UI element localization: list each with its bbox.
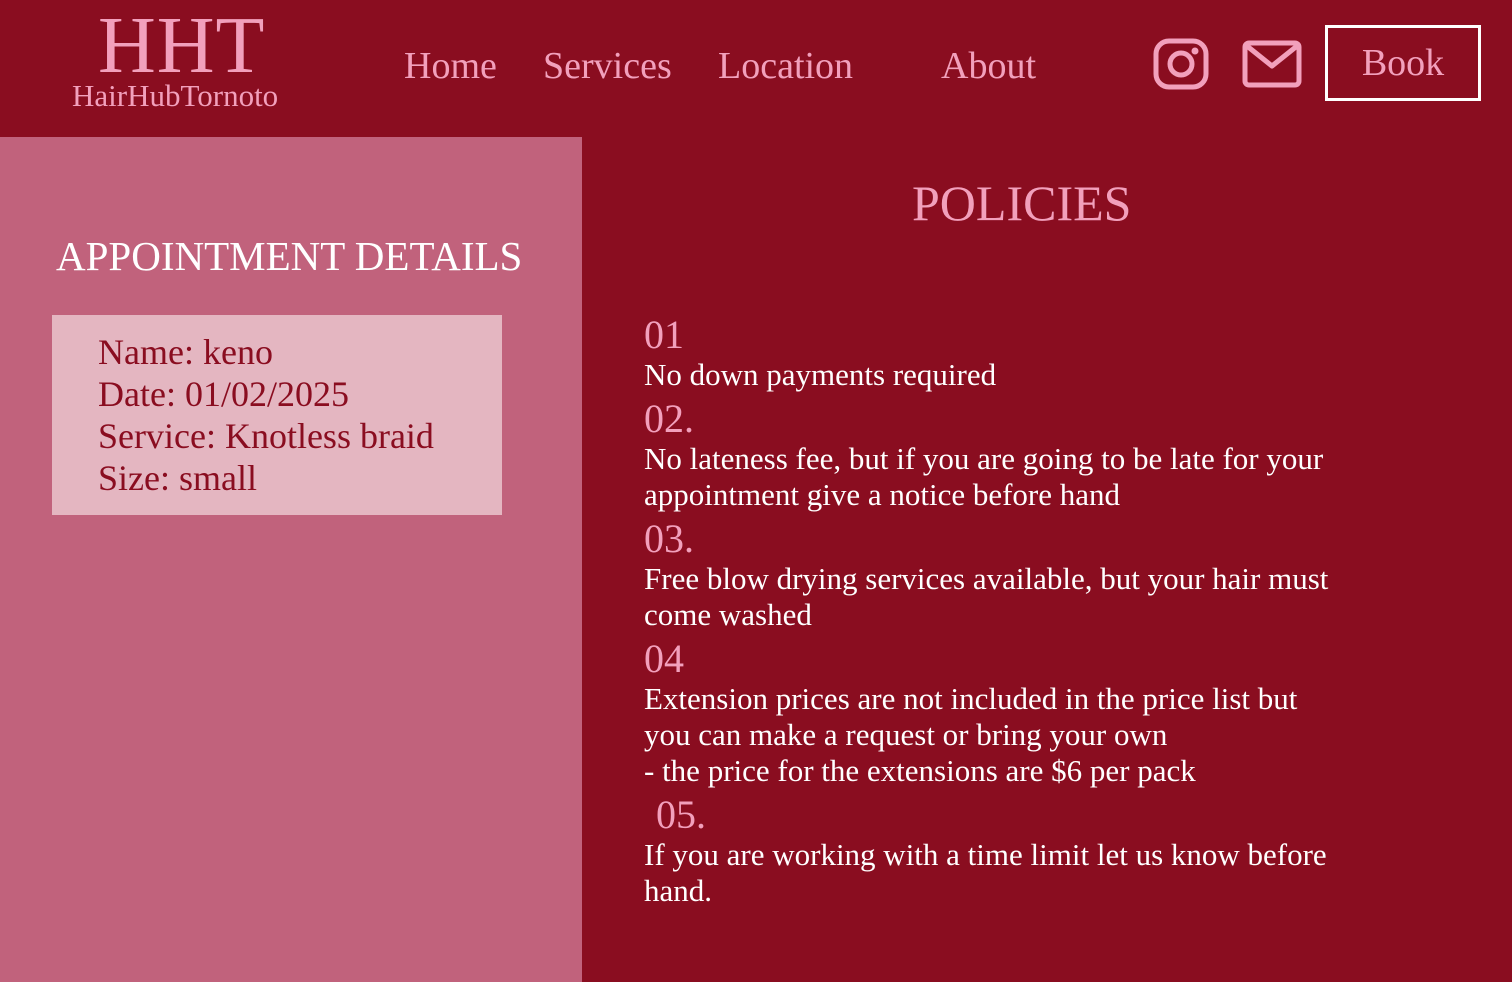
appointment-panel: APPOINTMENT DETAILS Name: keno Date: 01/…	[0, 137, 582, 982]
nav-location[interactable]: Location	[718, 44, 853, 88]
appointment-card: Name: keno Date: 01/02/2025 Service: Kno…	[52, 315, 502, 515]
site-header: HHT HairHubTornoto Home Services Locatio…	[0, 0, 1512, 137]
appointment-name: Name: keno	[98, 332, 273, 372]
policy-line: you can make a request or bring your own	[644, 717, 1168, 752]
nav-services[interactable]: Services	[543, 44, 672, 88]
policy-line: No lateness fee, but if you are going to…	[644, 441, 1324, 476]
policy-text: No lateness fee, but if you are going to…	[644, 441, 1404, 513]
policy-text: Free blow drying services available, but…	[644, 561, 1404, 633]
policy-line: Extension prices are not included in the…	[644, 681, 1298, 716]
nav-about[interactable]: About	[941, 44, 1036, 88]
mail-icon[interactable]	[1242, 40, 1302, 88]
policy-line: appointment give a notice before hand	[644, 477, 1121, 512]
policy-line: Free blow drying services available, but…	[644, 561, 1329, 596]
policy-line: hand.	[644, 873, 713, 908]
appointment-title: APPOINTMENT DETAILS	[56, 233, 523, 279]
policy-number: 04	[644, 636, 684, 681]
policy-line: come washed	[644, 597, 812, 632]
logo-mark[interactable]: HHT	[98, 6, 265, 86]
policy-number: 02.	[644, 396, 694, 441]
policy-number: 05.	[656, 792, 706, 837]
policy-text: If you are working with a time limit let…	[644, 837, 1404, 909]
instagram-icon[interactable]	[1153, 38, 1209, 90]
logo-name[interactable]: HairHubTornoto	[72, 78, 278, 114]
nav-home[interactable]: Home	[404, 44, 497, 88]
book-button[interactable]: Book	[1325, 25, 1481, 101]
policy-number: 03.	[644, 516, 694, 561]
policy-line: - the price for the extensions are $6 pe…	[644, 753, 1196, 788]
policy-text: No down payments required	[644, 357, 1404, 393]
policies-title: POLICIES	[912, 175, 1132, 231]
policy-number: 01	[644, 312, 684, 357]
policy-text: Extension prices are not included in the…	[644, 681, 1404, 789]
appointment-date: Date: 01/02/2025	[98, 374, 349, 414]
policy-line: No down payments required	[644, 357, 997, 392]
appointment-service: Service: Knotless braid	[98, 416, 434, 456]
policy-line: If you are working with a time limit let…	[644, 837, 1327, 872]
appointment-size: Size: small	[98, 458, 257, 498]
